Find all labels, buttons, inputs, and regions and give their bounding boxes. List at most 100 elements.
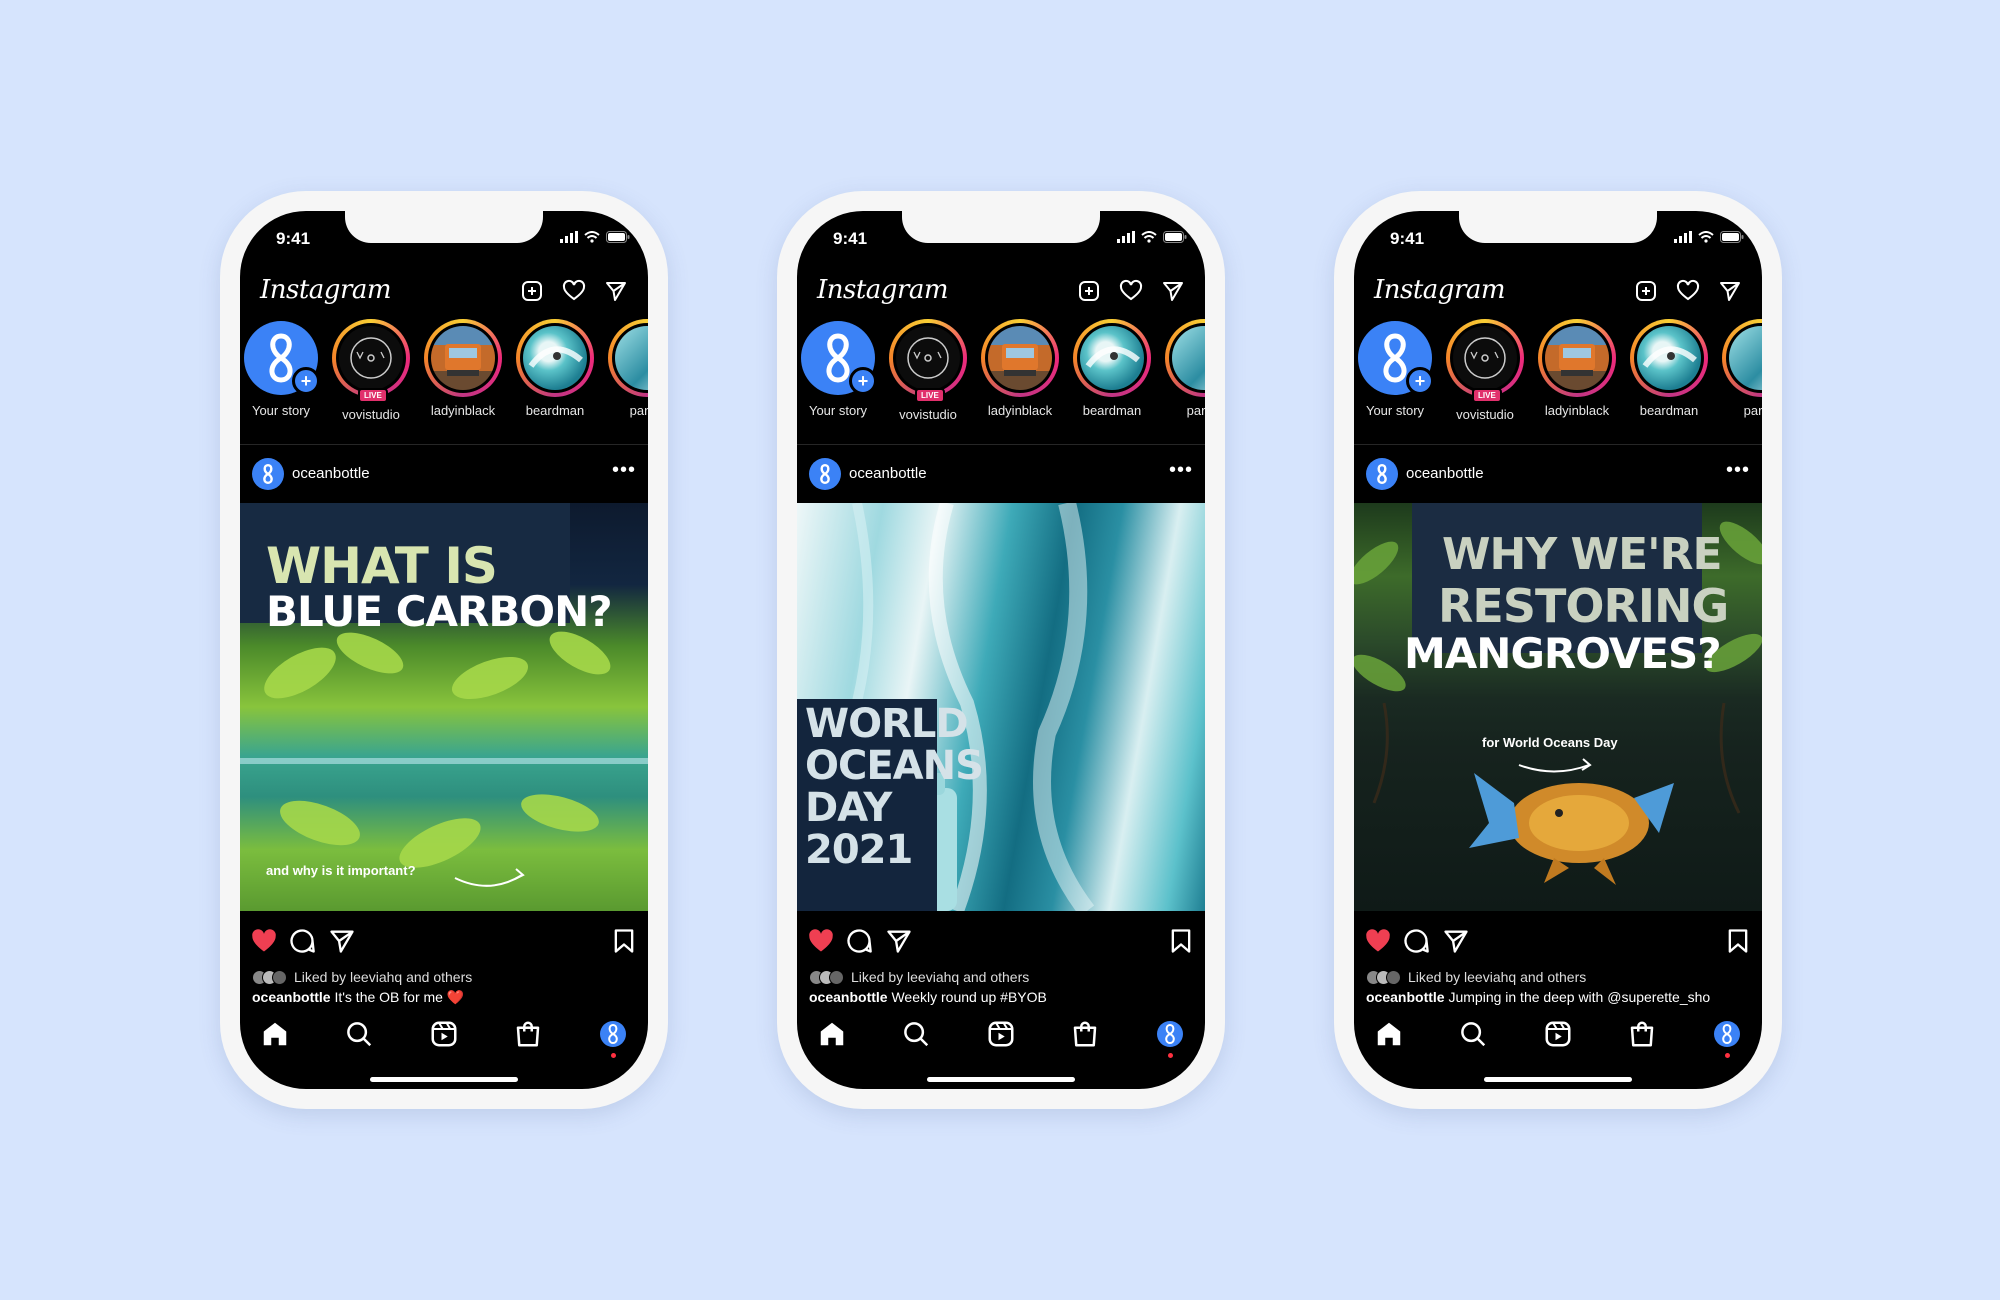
divider bbox=[1354, 444, 1762, 445]
like-heart-icon[interactable] bbox=[1364, 927, 1392, 955]
heart-icon[interactable] bbox=[1676, 279, 1700, 303]
new-post-icon[interactable] bbox=[1077, 279, 1101, 303]
story-your-story[interactable]: + Your story bbox=[1354, 319, 1438, 418]
post-username[interactable]: oceanbottle bbox=[849, 465, 927, 482]
wifi-icon bbox=[1141, 231, 1157, 243]
caption-username[interactable]: oceanbottle bbox=[252, 989, 331, 1005]
search-icon[interactable] bbox=[901, 1019, 931, 1049]
home-icon[interactable] bbox=[260, 1019, 290, 1049]
post-avatar[interactable] bbox=[1366, 458, 1398, 490]
bookmark-icon[interactable] bbox=[1724, 927, 1752, 955]
liked-by-text[interactable]: Liked by leeviahq and others bbox=[851, 969, 1029, 985]
live-badge: LIVE bbox=[1472, 388, 1502, 403]
notification-dot bbox=[1168, 1053, 1173, 1058]
reels-icon[interactable] bbox=[1543, 1019, 1573, 1049]
like-heart-icon[interactable] bbox=[250, 927, 278, 955]
image-title-line2: OCEANS bbox=[805, 743, 984, 789]
caption-username[interactable]: oceanbottle bbox=[1366, 989, 1445, 1005]
image-title-line3: DAY bbox=[805, 785, 892, 831]
add-story-icon[interactable]: + bbox=[849, 367, 877, 395]
post-caption: oceanbottle It's the OB for me ❤️ bbox=[252, 989, 640, 1006]
post-actions bbox=[797, 923, 1205, 959]
share-icon[interactable] bbox=[885, 927, 913, 955]
caption-username[interactable]: oceanbottle bbox=[809, 989, 888, 1005]
instagram-logo: Instagram bbox=[817, 275, 949, 305]
post-avatar[interactable] bbox=[252, 458, 284, 490]
likes-row: Liked by leeviahq and others bbox=[252, 969, 472, 985]
image-title-line2: RESTORING bbox=[1438, 579, 1729, 633]
share-icon[interactable] bbox=[328, 927, 356, 955]
story-parziv[interactable]: parziv bbox=[1161, 319, 1205, 418]
heart-icon[interactable] bbox=[1119, 279, 1143, 303]
image-title-line4: 2021 bbox=[805, 827, 913, 873]
profile-avatar-icon[interactable] bbox=[598, 1019, 628, 1049]
app-header: Instagram bbox=[797, 269, 1205, 315]
instagram-logo: Instagram bbox=[1374, 275, 1506, 305]
add-story-icon[interactable]: + bbox=[292, 367, 320, 395]
more-options-icon[interactable]: ••• bbox=[612, 459, 636, 482]
status-time: 9:41 bbox=[833, 229, 868, 248]
bookmark-icon[interactable] bbox=[610, 927, 638, 955]
story-vovistudio[interactable]: LIVE vovistudio bbox=[1442, 319, 1528, 422]
reels-icon[interactable] bbox=[429, 1019, 459, 1049]
post-image[interactable]: WHY WE'RE RESTORING MANGROVES? for World… bbox=[1354, 503, 1762, 911]
stories-tray: + Your story LIVE vovistudio ladyinblack… bbox=[1354, 319, 1762, 441]
liked-by-text[interactable]: Liked by leeviahq and others bbox=[294, 969, 472, 985]
post-actions bbox=[1354, 923, 1762, 959]
post-caption: oceanbottle Weekly round up #BYOB bbox=[809, 989, 1197, 1005]
story-vovistudio[interactable]: LIVE vovistudio bbox=[885, 319, 971, 422]
post-username[interactable]: oceanbottle bbox=[292, 465, 370, 482]
new-post-icon[interactable] bbox=[1634, 279, 1658, 303]
status-icons bbox=[1117, 231, 1187, 243]
phone-mockup-2: 9:41 Instagram + Your story LIVE vovistu… bbox=[777, 191, 1225, 1109]
notification-dot bbox=[611, 1053, 616, 1058]
shop-icon[interactable] bbox=[1070, 1019, 1100, 1049]
story-ladyinblack[interactable]: ladyinblack bbox=[420, 319, 506, 418]
more-options-icon[interactable]: ••• bbox=[1169, 459, 1193, 482]
direct-message-icon[interactable] bbox=[604, 279, 628, 303]
comment-icon[interactable] bbox=[288, 927, 316, 955]
caption-text: It's the OB for me ❤️ bbox=[334, 989, 465, 1005]
home-icon[interactable] bbox=[817, 1019, 847, 1049]
liker-avatars bbox=[809, 969, 844, 985]
status-time: 9:41 bbox=[1390, 229, 1425, 248]
story-parziv[interactable]: parziv bbox=[604, 319, 648, 418]
post-image[interactable]: WHAT IS BLUE CARBON? and why is it impor… bbox=[240, 503, 648, 911]
profile-avatar-icon[interactable] bbox=[1155, 1019, 1185, 1049]
search-icon[interactable] bbox=[344, 1019, 374, 1049]
story-beardman[interactable]: beardman bbox=[512, 319, 598, 418]
bookmark-icon[interactable] bbox=[1167, 927, 1195, 955]
post-username[interactable]: oceanbottle bbox=[1406, 465, 1484, 482]
home-icon[interactable] bbox=[1374, 1019, 1404, 1049]
add-story-icon[interactable]: + bbox=[1406, 367, 1434, 395]
liker-avatars bbox=[1366, 969, 1401, 985]
reels-icon[interactable] bbox=[986, 1019, 1016, 1049]
comment-icon[interactable] bbox=[1402, 927, 1430, 955]
app-header: Instagram bbox=[1354, 269, 1762, 315]
post-avatar[interactable] bbox=[809, 458, 841, 490]
story-beardman[interactable]: beardman bbox=[1626, 319, 1712, 418]
wifi-icon bbox=[1698, 231, 1714, 243]
shop-icon[interactable] bbox=[513, 1019, 543, 1049]
share-icon[interactable] bbox=[1442, 927, 1470, 955]
story-vovistudio[interactable]: LIVE vovistudio bbox=[328, 319, 414, 422]
post-header: oceanbottle ••• bbox=[240, 449, 648, 499]
comment-icon[interactable] bbox=[845, 927, 873, 955]
story-your-story[interactable]: + Your story bbox=[797, 319, 881, 418]
shop-icon[interactable] bbox=[1627, 1019, 1657, 1049]
profile-avatar-icon[interactable] bbox=[1712, 1019, 1742, 1049]
new-post-icon[interactable] bbox=[520, 279, 544, 303]
like-heart-icon[interactable] bbox=[807, 927, 835, 955]
story-beardman[interactable]: beardman bbox=[1069, 319, 1155, 418]
story-ladyinblack[interactable]: ladyinblack bbox=[977, 319, 1063, 418]
liked-by-text[interactable]: Liked by leeviahq and others bbox=[1408, 969, 1586, 985]
search-icon[interactable] bbox=[1458, 1019, 1488, 1049]
story-ladyinblack[interactable]: ladyinblack bbox=[1534, 319, 1620, 418]
direct-message-icon[interactable] bbox=[1161, 279, 1185, 303]
heart-icon[interactable] bbox=[562, 279, 586, 303]
story-your-story[interactable]: + Your story bbox=[240, 319, 324, 418]
post-image[interactable]: WORLD OCEANS DAY 2021 bbox=[797, 503, 1205, 911]
story-parziv[interactable]: parziv bbox=[1718, 319, 1762, 418]
direct-message-icon[interactable] bbox=[1718, 279, 1742, 303]
more-options-icon[interactable]: ••• bbox=[1726, 459, 1750, 482]
